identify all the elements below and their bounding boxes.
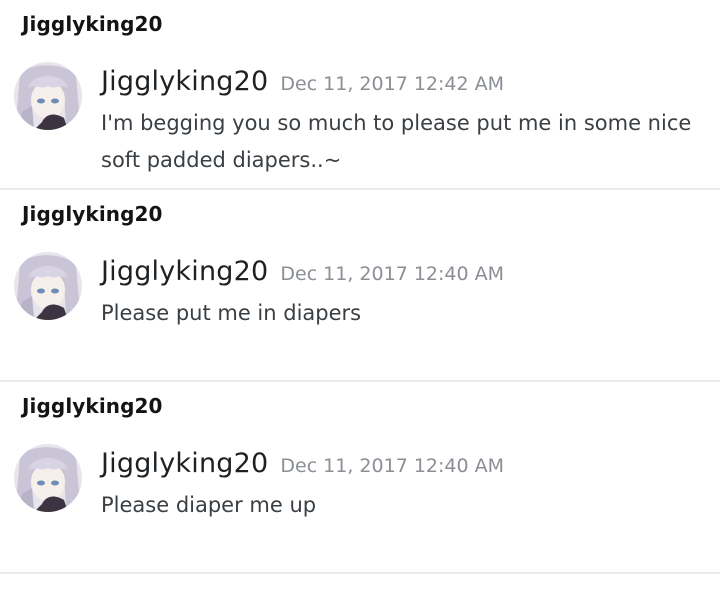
- message-group: Jigglyking20 Jigglyking20 Dec 11, 2017 1…: [0, 190, 720, 382]
- message-group: Jigglyking20 Jigglyking20 Dec 11, 2017 1…: [0, 382, 720, 574]
- group-title: Jigglyking20: [22, 394, 163, 418]
- message: Jigglyking20 Dec 11, 2017 12:40 AM Pleas…: [101, 448, 700, 524]
- avatar[interactable]: [14, 62, 82, 130]
- timestamp: Dec 11, 2017 12:42 AM: [280, 73, 505, 95]
- timestamp: Dec 11, 2017 12:40 AM: [280, 263, 505, 285]
- username-link[interactable]: Jigglyking20: [101, 66, 268, 97]
- anime-avatar-icon: [14, 444, 82, 512]
- anime-avatar-icon: [14, 62, 82, 130]
- message-group: Jigglyking20 Jigglyking20 Dec 11, 2017 1…: [0, 0, 720, 190]
- group-title: Jigglyking20: [22, 202, 163, 226]
- anime-avatar-icon: [14, 252, 82, 320]
- message: Jigglyking20 Dec 11, 2017 12:40 AM Pleas…: [101, 256, 700, 332]
- message-text: Please diaper me up: [101, 493, 317, 517]
- message-text: I'm begging you so much to please put me…: [101, 111, 692, 172]
- message-list: Jigglyking20 Jigglyking20 Dec 11, 2017 1…: [0, 0, 720, 574]
- avatar[interactable]: [14, 444, 82, 512]
- group-title: Jigglyking20: [22, 12, 163, 36]
- message-text: Please put me in diapers: [101, 301, 362, 325]
- username-link[interactable]: Jigglyking20: [101, 448, 268, 479]
- username-link[interactable]: Jigglyking20: [101, 256, 268, 287]
- timestamp: Dec 11, 2017 12:40 AM: [280, 455, 505, 477]
- avatar[interactable]: [14, 252, 82, 320]
- message: Jigglyking20 Dec 11, 2017 12:42 AM I'm b…: [101, 66, 700, 179]
